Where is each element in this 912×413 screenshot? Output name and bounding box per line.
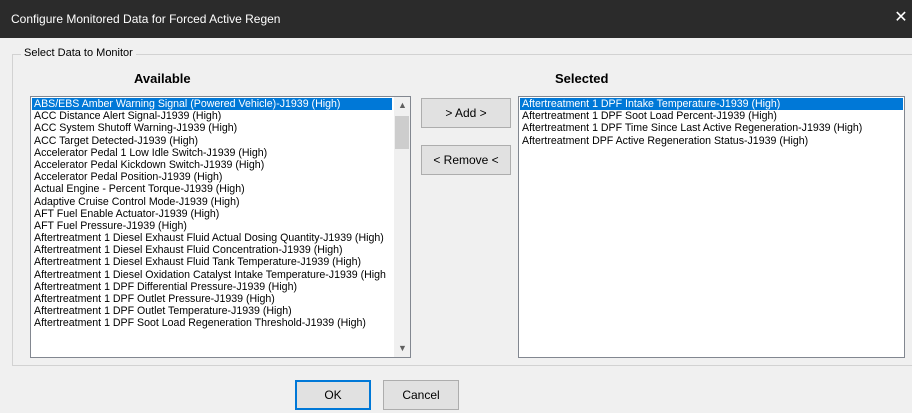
available-list-item[interactable]: Aftertreatment 1 Diesel Oxidation Cataly…	[32, 269, 392, 281]
available-list-item[interactable]: Aftertreatment 1 DPF Outlet Pressure-J19…	[32, 293, 392, 305]
available-list-item[interactable]: Aftertreatment 1 DPF Soot Load Regenerat…	[32, 317, 392, 329]
available-list-item[interactable]: Accelerator Pedal 1 Low Idle Switch-J193…	[32, 147, 392, 159]
selected-listbox[interactable]: Aftertreatment 1 DPF Intake Temperature-…	[518, 96, 905, 358]
available-list-item[interactable]: Accelerator Pedal Position-J1939 (High)	[32, 171, 392, 183]
add-button[interactable]: > Add >	[421, 98, 511, 128]
available-list-item[interactable]: Aftertreatment 1 DPF Differential Pressu…	[32, 281, 392, 293]
available-list-item[interactable]: Adaptive Cruise Control Mode-J1939 (High…	[32, 196, 392, 208]
available-list-item[interactable]: Accelerator Pedal Kickdown Switch-J1939 …	[32, 159, 392, 171]
available-list-item[interactable]: ACC Target Detected-J1939 (High)	[32, 135, 392, 147]
available-list-item[interactable]: AFT Fuel Enable Actuator-J1939 (High)	[32, 208, 392, 220]
available-list-item[interactable]: ACC Distance Alert Signal-J1939 (High)	[32, 110, 392, 122]
available-list-item[interactable]: ABS/EBS Amber Warning Signal (Powered Ve…	[32, 98, 392, 111]
title-bar[interactable]: Configure Monitored Data for Forced Acti…	[0, 0, 912, 38]
available-scrollbar[interactable]: ▲ ▼	[393, 97, 410, 357]
close-icon[interactable]: ✕	[890, 0, 912, 38]
scroll-down-icon[interactable]: ▼	[394, 340, 410, 357]
scroll-up-icon[interactable]: ▲	[394, 97, 410, 114]
available-listbox[interactable]: ABS/EBS Amber Warning Signal (Powered Ve…	[30, 96, 411, 358]
available-list-item[interactable]: ACC System Shutoff Warning-J1939 (High)	[32, 122, 392, 134]
selected-list-item[interactable]: Aftertreatment 1 DPF Soot Load Percent-J…	[520, 110, 903, 122]
available-list-item[interactable]: Actual Engine - Percent Torque-J1939 (Hi…	[32, 183, 392, 195]
ok-button[interactable]: OK	[295, 380, 371, 410]
dialog-window: Configure Monitored Data for Forced Acti…	[0, 0, 912, 413]
available-list-item[interactable]: Aftertreatment 1 Diesel Exhaust Fluid Ta…	[32, 256, 392, 268]
available-list-item[interactable]: AFT Fuel Pressure-J1939 (High)	[32, 220, 392, 232]
cancel-button[interactable]: Cancel	[383, 380, 459, 410]
available-list-item[interactable]: Aftertreatment 1 Diesel Exhaust Fluid Co…	[32, 244, 392, 256]
scroll-thumb[interactable]	[395, 116, 409, 149]
selected-list-item[interactable]: Aftertreatment 1 DPF Intake Temperature-…	[520, 98, 903, 111]
window-title: Configure Monitored Data for Forced Acti…	[11, 12, 281, 26]
selected-list-item[interactable]: Aftertreatment 1 DPF Time Since Last Act…	[520, 122, 903, 134]
selected-header: Selected	[555, 71, 609, 86]
selected-list-item[interactable]: Aftertreatment DPF Active Regeneration S…	[520, 135, 903, 147]
available-list-items: ABS/EBS Amber Warning Signal (Powered Ve…	[32, 98, 392, 330]
available-list-item[interactable]: Aftertreatment 1 Diesel Exhaust Fluid Ac…	[32, 232, 392, 244]
available-header: Available	[134, 71, 191, 86]
selected-list-items: Aftertreatment 1 DPF Intake Temperature-…	[520, 98, 903, 147]
remove-button[interactable]: < Remove <	[421, 145, 511, 175]
group-label: Select Data to Monitor	[21, 47, 136, 59]
available-list-item[interactable]: Aftertreatment 1 DPF Outlet Temperature-…	[32, 305, 392, 317]
